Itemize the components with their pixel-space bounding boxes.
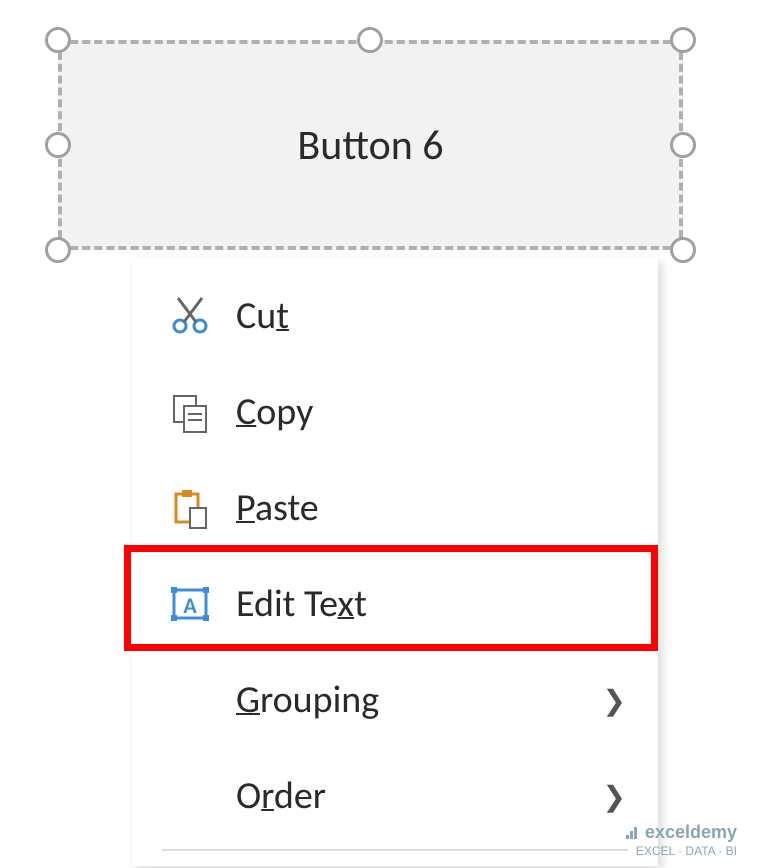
- menu-label-grouping: Grouping: [236, 677, 379, 723]
- submenu-arrow-icon: ❯: [603, 683, 626, 718]
- edit-text-icon: A: [160, 582, 220, 626]
- menu-label-copy: Copy: [236, 389, 313, 435]
- watermark: exceldemy EXCEL · DATA · BI: [624, 822, 737, 858]
- menu-item-copy[interactable]: Copy: [132, 364, 658, 460]
- resize-handle-n[interactable]: [357, 27, 383, 53]
- paste-icon: [160, 486, 220, 530]
- watermark-brand: exceldemy: [645, 822, 737, 844]
- copy-icon: [160, 390, 220, 434]
- watermark-tagline: EXCEL · DATA · BI: [624, 844, 737, 858]
- menu-item-edit-text[interactable]: A Edit Text: [132, 556, 658, 652]
- menu-label-order: Order: [236, 773, 326, 819]
- watermark-logo-icon: [624, 825, 640, 841]
- menu-label-edit-text: Edit Text: [236, 581, 367, 627]
- menu-item-grouping[interactable]: Grouping ❯: [132, 652, 658, 748]
- resize-handle-nw[interactable]: [45, 27, 71, 53]
- menu-label-paste: Paste: [236, 485, 319, 531]
- resize-handle-e[interactable]: [670, 132, 696, 158]
- resize-handle-w[interactable]: [45, 132, 71, 158]
- resize-handle-sw[interactable]: [45, 237, 71, 263]
- menu-item-paste[interactable]: Paste: [132, 460, 658, 556]
- context-menu: Cut Copy Paste: [132, 258, 658, 866]
- form-control-button[interactable]: Button 6: [58, 40, 683, 250]
- cut-icon: [160, 294, 220, 338]
- svg-text:A: A: [183, 592, 197, 619]
- button-label: Button 6: [297, 120, 443, 171]
- submenu-arrow-icon: ❯: [603, 779, 626, 814]
- resize-handle-ne[interactable]: [670, 27, 696, 53]
- menu-separator: [162, 849, 628, 851]
- menu-item-cut[interactable]: Cut: [132, 268, 658, 364]
- canvas: Button 6 Cut: [0, 0, 767, 868]
- menu-label-cut: Cut: [236, 293, 289, 339]
- resize-handle-se[interactable]: [670, 237, 696, 263]
- menu-item-order[interactable]: Order ❯: [132, 748, 658, 844]
